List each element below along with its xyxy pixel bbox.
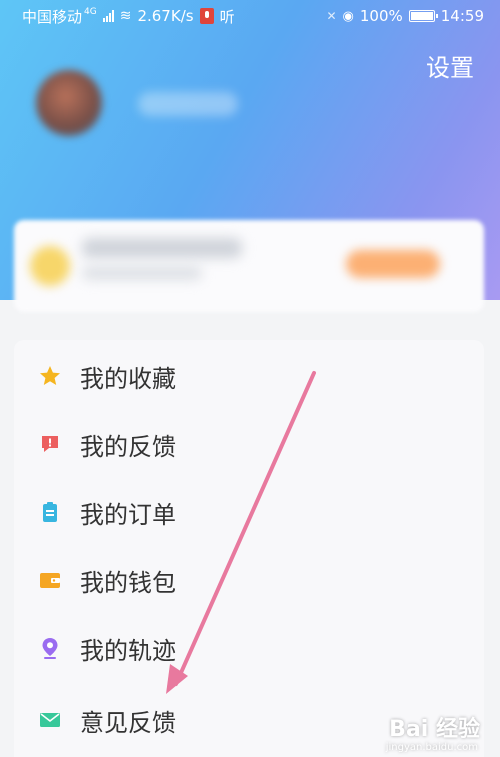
- baidu-jingyan-watermark: Bai 经验: [389, 717, 480, 742]
- watermark-url: jingyan.baidu.com: [385, 742, 478, 753]
- annotation-arrow: [166, 371, 316, 694]
